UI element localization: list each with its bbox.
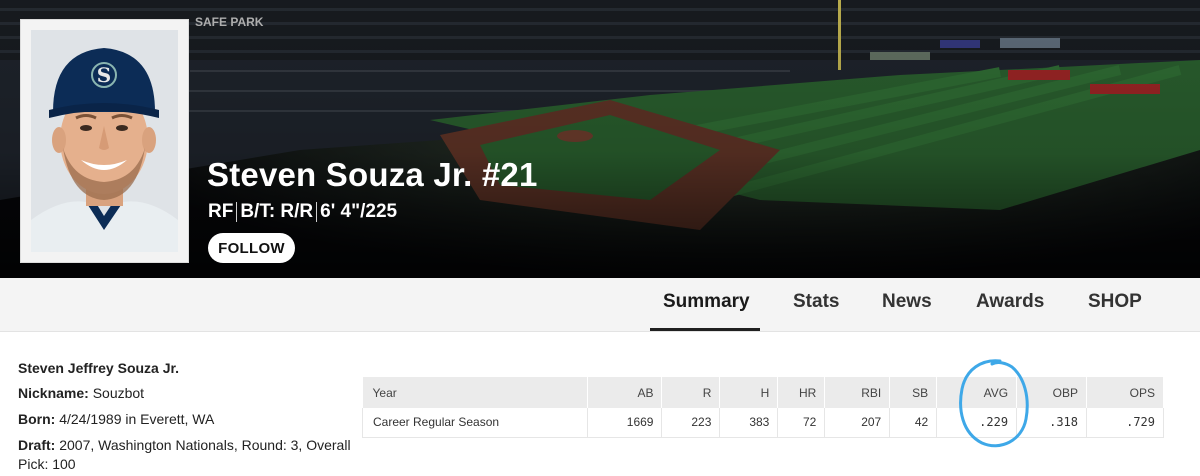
tab-awards[interactable]: Awards xyxy=(976,291,1044,313)
bio-nickname-value: Souzbot xyxy=(92,385,145,401)
cell-ops: .729 xyxy=(1086,408,1164,438)
meta-divider xyxy=(316,202,318,222)
player-hero-banner: SAFE PARK xyxy=(0,0,1200,278)
cell-year: Career Regular Season xyxy=(362,408,588,438)
col-header-rbi[interactable]: RBI xyxy=(824,377,891,408)
bio-born-value: 4/24/1989 in Everett, WA xyxy=(59,411,215,427)
bio-born-label: Born: xyxy=(18,411,56,427)
col-header-obp[interactable]: OBP xyxy=(1016,377,1087,408)
stats-header-row: Year AB R H HR RBI SB AVG OBP OPS xyxy=(362,377,1164,408)
player-bats-throws: B/T: R/R xyxy=(240,201,314,222)
follow-button[interactable]: FOLLOW xyxy=(208,233,295,263)
player-headshot-frame: S xyxy=(20,19,189,263)
bio-nickname-row: Nickname: Souzbot xyxy=(18,384,358,402)
active-tab-indicator xyxy=(650,328,760,331)
player-nav-tabs: Summary Stats News Awards SHOP xyxy=(0,278,1200,332)
player-bio: Steven Jeffrey Souza Jr. Nickname: Souzb… xyxy=(18,360,358,476)
cell-rbi: 207 xyxy=(824,408,891,438)
career-stats-table: Year AB R H HR RBI SB AVG OBP OPS Career… xyxy=(362,377,1164,438)
player-headshot-photo: S xyxy=(31,30,178,252)
cell-hr: 72 xyxy=(777,408,826,438)
bio-draft-label: Draft: xyxy=(18,437,56,453)
cell-r: 223 xyxy=(661,408,721,438)
cell-ab: 1669 xyxy=(587,408,663,438)
player-height-weight: 6' 4"/225 xyxy=(320,201,398,222)
bio-draft-value: 2007, Washington Nationals, Round: 3, Ov… xyxy=(18,437,351,472)
col-header-hr[interactable]: HR xyxy=(777,377,826,408)
table-row: Career Regular Season 1669 223 383 72 20… xyxy=(362,408,1164,438)
col-header-sb[interactable]: SB xyxy=(889,377,938,408)
player-portrait-illustration: S xyxy=(31,30,178,252)
col-header-r[interactable]: R xyxy=(661,377,721,408)
player-meta-line: RF B/T: R/R 6' 4"/225 xyxy=(208,201,397,223)
tab-summary[interactable]: Summary xyxy=(663,291,750,313)
bio-born-row: Born: 4/24/1989 in Everett, WA xyxy=(18,410,358,428)
cell-sb: 42 xyxy=(889,408,938,438)
col-header-avg[interactable]: AVG xyxy=(936,377,1018,408)
col-header-ab[interactable]: AB xyxy=(587,377,663,408)
cell-avg: .229 xyxy=(936,408,1018,438)
tab-shop[interactable]: SHOP xyxy=(1088,291,1142,313)
tab-news[interactable]: News xyxy=(882,291,932,313)
player-name-heading: Steven Souza Jr. #21 xyxy=(207,156,538,193)
col-header-ops[interactable]: OPS xyxy=(1086,377,1164,408)
svg-text:S: S xyxy=(97,63,111,87)
col-header-year[interactable]: Year xyxy=(362,377,588,408)
bio-nickname-label: Nickname: xyxy=(18,385,89,401)
cell-h: 383 xyxy=(719,408,779,438)
player-full-name: Steven Jeffrey Souza Jr. xyxy=(18,360,180,376)
col-header-h[interactable]: H xyxy=(719,377,779,408)
player-position: RF xyxy=(208,201,234,222)
meta-divider xyxy=(236,202,238,222)
cell-obp: .318 xyxy=(1016,408,1087,438)
bio-draft-row: Draft: 2007, Washington Nationals, Round… xyxy=(18,436,353,474)
tab-stats[interactable]: Stats xyxy=(793,291,839,313)
